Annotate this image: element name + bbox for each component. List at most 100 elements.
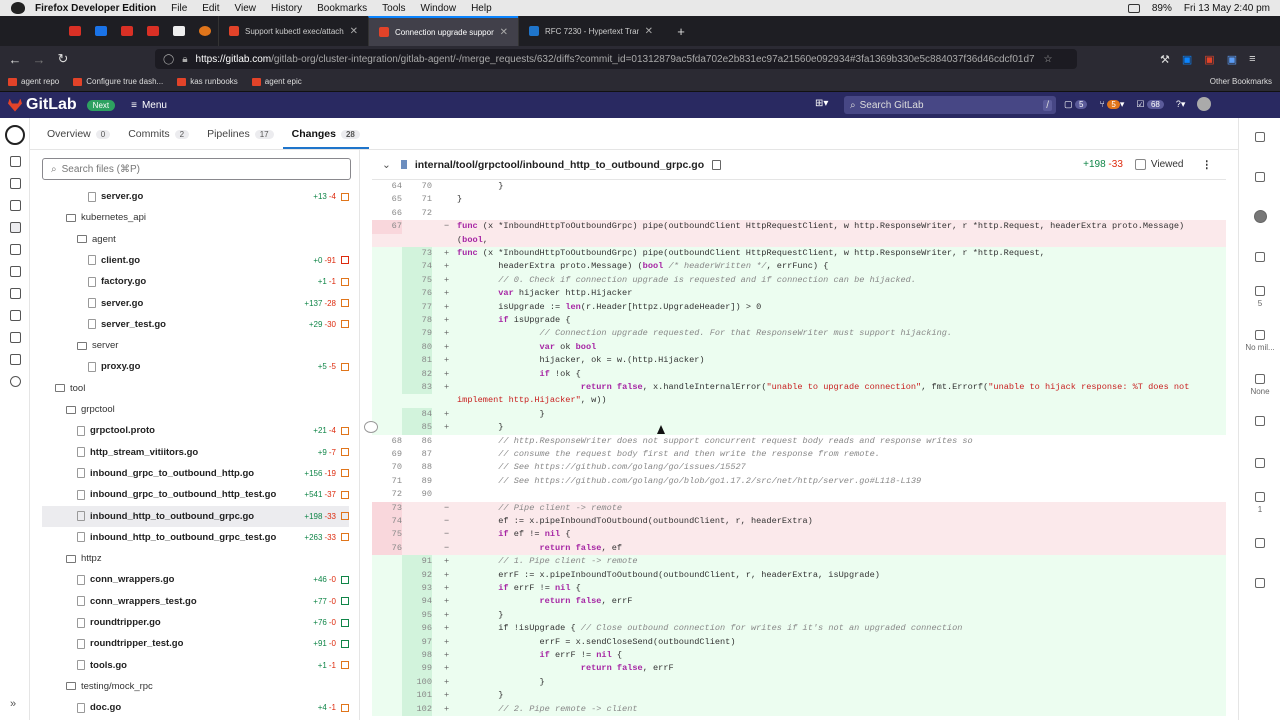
new-line-number[interactable]: 89 xyxy=(402,475,432,488)
issues-icon[interactable] xyxy=(10,178,21,189)
tree-file[interactable]: proxy.go +5 -5 xyxy=(42,356,349,377)
new-line-number[interactable]: 96 xyxy=(402,622,432,636)
new-line-number[interactable]: 91 xyxy=(402,555,432,569)
tab-close-icon[interactable]: ✕ xyxy=(350,26,358,37)
pinned-tab-calendar[interactable] xyxy=(88,16,114,46)
old-line-number[interactable]: 76 xyxy=(372,541,402,556)
pinned-tab-gmail-3[interactable] xyxy=(140,16,166,46)
todo-add-icon[interactable] xyxy=(1239,172,1280,185)
tab-changes[interactable]: Changes 28 xyxy=(282,128,369,149)
reviewer-icon[interactable] xyxy=(1239,252,1280,265)
merge-requests-active-icon[interactable] xyxy=(10,222,21,233)
analytics-icon[interactable] xyxy=(10,354,21,365)
tree-folder[interactable]: tool xyxy=(42,378,349,399)
menu-button[interactable]: ≡ Menu xyxy=(131,100,167,111)
settings-gear-icon[interactable] xyxy=(10,376,21,387)
old-line-number[interactable]: 69 xyxy=(372,448,402,461)
pinned-tab-gear[interactable] xyxy=(192,16,218,46)
os-menu-file[interactable]: File xyxy=(171,3,187,14)
tree-file[interactable]: roundtripper_test.go +91 -0 xyxy=(42,633,349,654)
bookmark-item[interactable]: agent epic xyxy=(251,77,302,86)
add-comment-icon[interactable] xyxy=(364,421,378,433)
old-line-number[interactable]: 70 xyxy=(372,461,402,474)
clock[interactable]: Fri 13 May 2:40 pm xyxy=(1184,3,1270,14)
extension-red-icon[interactable]: ▣ xyxy=(1204,53,1214,66)
deployments-icon[interactable] xyxy=(10,288,21,299)
gitlab-search-input[interactable]: ⌕ Search GitLab / xyxy=(844,96,1056,114)
apple-icon[interactable] xyxy=(11,2,25,14)
issues-button[interactable]: ▢ 5 xyxy=(1064,99,1088,110)
copy-path-icon[interactable] xyxy=(712,159,722,170)
tree-file[interactable]: conn_wrappers_test.go +77 -0 xyxy=(42,591,349,612)
tab-pipelines[interactable]: Pipelines 17 xyxy=(198,128,283,149)
repository-icon[interactable] xyxy=(10,156,21,167)
new-line-number[interactable]: 93 xyxy=(402,582,432,596)
tab-close-icon[interactable]: ✕ xyxy=(645,26,653,37)
tree-file[interactable]: server.go +137 -28 xyxy=(42,293,349,314)
tab-overview[interactable]: Overview 0 xyxy=(38,128,119,149)
new-line-number[interactable]: 75 xyxy=(402,273,432,288)
collapse-sidebar-icon[interactable] xyxy=(1239,132,1280,145)
old-line-number[interactable]: 74 xyxy=(372,515,402,529)
os-menu-bookmarks[interactable]: Bookmarks xyxy=(317,3,367,14)
gitlab-logo[interactable]: GitLab Next xyxy=(8,96,116,114)
old-line-number[interactable]: 68 xyxy=(372,435,402,448)
tree-file[interactable]: inbound_http_to_outbound_grpc.go +198 -33 xyxy=(42,505,349,527)
merge-request-nav-icon[interactable] xyxy=(10,200,21,211)
new-line-number[interactable]: 87 xyxy=(402,448,432,461)
forward-icon[interactable]: → xyxy=(27,52,51,67)
tree-file[interactable]: client.go +0 -91 xyxy=(42,250,349,271)
os-menu-tools[interactable]: Tools xyxy=(382,3,405,14)
tree-file[interactable]: http_stream_vitiitors.go +9 -7 xyxy=(42,442,349,463)
tree-folder[interactable]: httpz xyxy=(42,548,349,569)
old-line-number[interactable]: 72 xyxy=(372,488,402,501)
new-line-number[interactable]: 80 xyxy=(402,340,432,355)
tab-close-icon[interactable]: ✕ xyxy=(500,27,508,38)
shield-icon[interactable]: ◯ xyxy=(163,54,174,65)
collapse-sidebar-icon[interactable]: » xyxy=(10,698,16,710)
browser-tab[interactable]: RFC 7230 - Hypertext Transfer ✕ xyxy=(518,16,663,46)
user-avatar[interactable] xyxy=(1197,97,1212,111)
bookmark-item[interactable]: kas runbooks xyxy=(177,77,238,86)
tree-file[interactable]: conn_wrappers.go +46 -0 xyxy=(42,569,349,590)
participants-icon[interactable]: 1 xyxy=(1239,492,1280,514)
new-line-number[interactable]: 78 xyxy=(402,314,432,328)
new-line-number[interactable]: 98 xyxy=(402,649,432,663)
tree-folder[interactable]: grpctool xyxy=(42,399,349,420)
time-tracking-icon[interactable]: No mil... xyxy=(1239,330,1280,352)
new-line-number[interactable]: 102 xyxy=(402,702,432,716)
bookmark-item[interactable]: agent repo xyxy=(8,77,59,86)
packages-icon[interactable] xyxy=(10,310,21,321)
extension-tools-icon[interactable]: ⚒ xyxy=(1160,53,1170,66)
new-line-number[interactable]: 95 xyxy=(402,608,432,623)
tree-folder[interactable]: kubernetes_api xyxy=(42,207,349,228)
new-line-number[interactable]: 86 xyxy=(402,435,432,448)
new-line-number[interactable]: 84 xyxy=(402,407,432,422)
diff-file-path[interactable]: internal/tool/grpctool/inbound_http_to_o… xyxy=(415,159,704,171)
new-line-number[interactable]: 90 xyxy=(402,488,432,501)
os-menu-edit[interactable]: Edit xyxy=(202,3,219,14)
next-badge[interactable]: Next xyxy=(86,99,116,111)
new-line-number[interactable]: 101 xyxy=(402,689,432,703)
os-menu-help[interactable]: Help xyxy=(471,3,492,14)
todos-button[interactable]: ☑ 68 xyxy=(1136,99,1164,110)
lock-icon[interactable] xyxy=(1239,416,1280,429)
browser-tab[interactable]: Support kubectl exec/attach/cp ✕ xyxy=(218,16,368,46)
tree-file[interactable]: server.go +13 -4 xyxy=(42,186,349,207)
app-name[interactable]: Firefox Developer Edition xyxy=(35,3,156,14)
viewed-checkbox[interactable] xyxy=(1134,159,1146,170)
new-line-number[interactable]: 99 xyxy=(402,662,432,676)
new-line-number[interactable]: 88 xyxy=(402,461,432,474)
new-line-number[interactable]: 77 xyxy=(402,300,432,314)
tree-file[interactable]: grpctool.proto +21 -4 xyxy=(42,420,349,441)
copy-email-icon[interactable] xyxy=(1239,578,1280,591)
milestone-icon[interactable]: None xyxy=(1239,374,1280,396)
security-shield-icon[interactable] xyxy=(10,266,21,277)
merge-requests-button[interactable]: ⑂ 5 ▾ xyxy=(1099,99,1124,110)
copy-reference-icon[interactable] xyxy=(1239,538,1280,551)
old-line-number[interactable]: 73 xyxy=(372,501,402,515)
monitor-icon[interactable] xyxy=(10,332,21,343)
extension-blue-icon[interactable]: ▣ xyxy=(1182,53,1192,66)
pinned-tab-gmail[interactable] xyxy=(62,16,88,46)
new-line-number[interactable]: 74 xyxy=(402,260,432,274)
